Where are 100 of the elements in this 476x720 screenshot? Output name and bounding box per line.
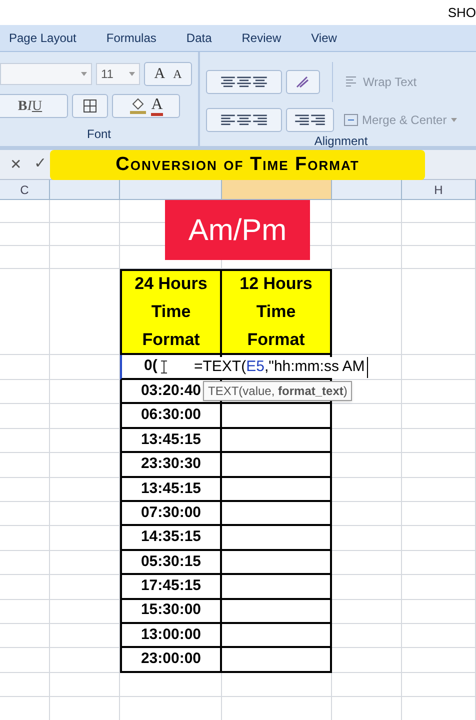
grid-cell: [332, 575, 402, 600]
cancel-button[interactable]: ✕: [10, 154, 22, 175]
grid-cell: [332, 246, 402, 269]
grid-cell: [332, 428, 402, 454]
table-cell: 13:00:00: [120, 624, 222, 648]
grid-cell: [50, 428, 120, 454]
grid-cell: [332, 478, 402, 502]
grid-cell: [50, 624, 120, 648]
ribbon-tab[interactable]: Page Layout: [0, 25, 86, 51]
table-cell: 23:00:00: [120, 648, 222, 673]
grid-cell: [332, 200, 402, 223]
orientation-button[interactable]: [286, 70, 320, 94]
formula-text: =TEXT(E5,"hh:mm:ss AM: [194, 357, 368, 378]
table-cell: 17:45:15: [120, 575, 222, 600]
ribbon-tab[interactable]: View: [302, 25, 346, 51]
grid-cell: [332, 550, 402, 576]
grid-cell: [0, 575, 50, 600]
grid-cell: [0, 453, 50, 478]
grid-cell: [332, 672, 402, 697]
group-label: Font: [86, 126, 112, 143]
grid-cell: [50, 453, 120, 478]
caret-icon: [450, 118, 457, 122]
angled-text-icon: [295, 75, 311, 89]
align-center-icon[interactable]: [236, 113, 252, 127]
grid-cell: [0, 502, 50, 526]
enter-button[interactable]: ✓: [34, 153, 47, 176]
grid-cell: [50, 380, 120, 404]
grid-cell: [332, 502, 402, 526]
grid-cell: [332, 624, 402, 648]
borders-icon: [83, 99, 97, 113]
font-style-buttons[interactable]: BIU: [0, 94, 68, 118]
align-middle-icon[interactable]: [236, 75, 252, 89]
grid-cell: [0, 550, 50, 576]
grid-cell: [50, 526, 120, 551]
table-header-cell: 12 Hours Time Format: [222, 269, 332, 355]
grid-cell: [0, 428, 50, 454]
table-cell: 14:35:15: [120, 526, 222, 551]
function-tooltip: TEXT(value, format_text): [203, 381, 352, 401]
table-cell: 05:30:15: [120, 550, 222, 576]
font-size-field[interactable]: 11: [96, 63, 140, 85]
ribbon-tab[interactable]: Review: [232, 25, 290, 51]
align-bottom-icon[interactable]: [252, 75, 268, 89]
wrap-text-icon: [345, 76, 359, 88]
title-banner: Conversion of Time Format: [50, 150, 425, 180]
am-pm-badge: Am/Pm: [165, 200, 310, 260]
table-cell: 06:30:00: [120, 404, 222, 429]
grid-cell: [0, 672, 50, 697]
horizontal-align-buttons[interactable]: [206, 108, 282, 132]
grid-cell: [332, 404, 402, 429]
grid-cell: [50, 355, 120, 380]
grid-cell: [0, 526, 50, 551]
font-size-buttons[interactable]: A A: [144, 62, 192, 86]
caret-icon: [81, 72, 87, 76]
grid-cell: [332, 600, 402, 624]
indent-buttons[interactable]: [286, 108, 334, 132]
grid-cell: [0, 600, 50, 624]
vertical-align-buttons[interactable]: [206, 70, 282, 94]
align-right-icon[interactable]: [252, 113, 268, 127]
grid-cell: [50, 550, 120, 576]
decrease-indent-icon[interactable]: [294, 113, 310, 127]
table-cell: 23:30:30: [120, 453, 222, 478]
grid-cell: [0, 404, 50, 429]
grid-cell: [332, 526, 402, 551]
merge-cells-icon: [344, 114, 358, 126]
grid-cell: [50, 404, 120, 429]
grid-cell: [0, 200, 50, 223]
align-top-icon[interactable]: [220, 75, 236, 89]
text-cursor-icon: [161, 360, 168, 374]
font-name-field[interactable]: [0, 63, 92, 85]
align-left-icon[interactable]: [220, 113, 236, 127]
ribbon-tab[interactable]: Formulas: [97, 25, 166, 51]
grid-cell: [50, 246, 120, 269]
grid-cell: [0, 246, 50, 269]
table-cell: 15:30:00: [120, 600, 222, 624]
ribbon-tab[interactable]: Data: [177, 25, 221, 51]
title-text: SHO: [448, 4, 476, 22]
grid-cell: [50, 648, 120, 673]
grid-cell: [332, 223, 402, 246]
table-cell: 07:30:00: [120, 502, 222, 526]
grid-cell: [0, 380, 50, 404]
grid-cell: [50, 600, 120, 624]
increase-indent-icon[interactable]: [310, 113, 326, 127]
column-header[interactable]: C: [0, 180, 50, 200]
grid-cell: [332, 453, 402, 478]
grid-cell: [332, 648, 402, 673]
table-cell: 13:45:15: [120, 478, 222, 502]
caret-icon: [129, 72, 135, 76]
table-cell: 13:45:15: [120, 428, 222, 454]
grid-cell: [50, 672, 120, 697]
grid-cell: [0, 478, 50, 502]
group-label: Alignment: [313, 133, 369, 150]
grid-cell: [0, 355, 50, 380]
table-header-cell: 24 Hours Time Format: [120, 269, 222, 355]
grid-cell: [0, 648, 50, 673]
fill-color-button[interactable]: A: [112, 94, 180, 118]
paint-bucket-icon: [129, 98, 148, 114]
grid-cell: [50, 502, 120, 526]
font-color-text: A: [151, 96, 163, 116]
grid-cell: [0, 624, 50, 648]
borders-button[interactable]: [72, 94, 108, 118]
